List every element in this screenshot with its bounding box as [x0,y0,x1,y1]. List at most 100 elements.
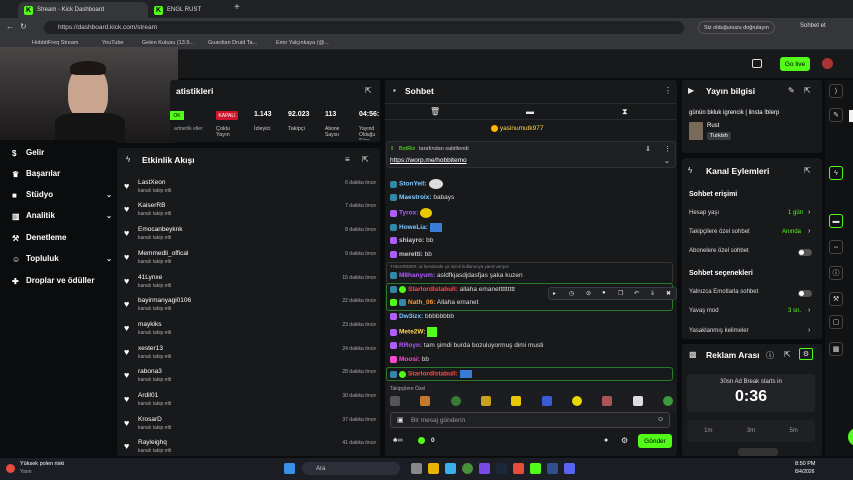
setting-value[interactable]: Anında [782,229,801,235]
pin-icon[interactable]: ⇓ [645,145,651,153]
ad-option-1m[interactable]: 1m [704,428,712,434]
kick-icon[interactable] [530,463,541,474]
nav-moderation[interactable]: ⚒ Denetleme [12,233,66,243]
trash-icon[interactable]: 🗑 [430,107,440,116]
chevron-down-icon[interactable]: ⌄ [664,157,670,165]
filter-icon[interactable]: ≡ [345,155,350,164]
slash-icon[interactable]: ⊘ [586,290,591,297]
nav-drops[interactable]: ✚ Droplar ve ödüller [12,276,94,286]
avatar[interactable] [822,58,833,69]
chevron-right-icon[interactable]: › [808,209,810,216]
emote-icon[interactable] [511,396,522,406]
tab-engl-rust[interactable]: K ENGL RUST [148,2,228,18]
emote-icon[interactable] [480,396,491,406]
emote-icon[interactable] [571,396,582,406]
tab-stream-dashboard[interactable]: K Stream - Kick Dashboard [18,2,148,18]
expand-icon[interactable]: ⇱ [804,86,811,95]
more-icon[interactable]: ⋮ [664,86,672,95]
reload-icon[interactable]: ↻ [20,22,27,31]
store-icon[interactable] [445,463,456,474]
chrome-icon[interactable] [462,463,473,474]
reply-icon[interactable]: ↶ [634,290,639,297]
chat-input[interactable]: ▣ Bir mesaj gönderin ☺ [390,412,670,428]
setting-value[interactable]: 3 sn. [788,308,801,314]
url-field[interactable]: https://dashboard.kick.com/stream [44,21,684,34]
bolt-icon[interactable]: ϟ [829,166,843,180]
chat-bubble-icon[interactable]: ● [604,437,608,444]
gear-icon[interactable]: ⚙ [799,348,813,360]
info-icon[interactable]: ⓘ [766,350,774,361]
new-tab-icon[interactable]: + [234,2,240,13]
pin-icon[interactable]: ⇓ [650,290,655,297]
bookmark-item[interactable]: Gelen Kutusu (13.9... [142,40,194,46]
wrench-icon[interactable]: ⚒ [829,292,843,306]
nav-studio[interactable]: ■ Stüdyo ⌄ [12,190,112,200]
steam-icon[interactable] [496,463,507,474]
chat-bubble-icon[interactable]: ▬ [526,107,534,116]
trash-icon[interactable]: ✖ [666,290,671,297]
gear-icon[interactable]: ⚙ [621,436,628,445]
windows-start-icon[interactable] [284,463,295,474]
weather-text[interactable]: Yüksek polen riski [20,461,64,467]
expand-icon[interactable]: ⇱ [804,166,811,175]
verify-button[interactable]: Siz olduğunuzu doğrulayın [698,21,775,34]
emote-icon[interactable] [662,396,673,406]
subscriber-chat-toggle[interactable] [798,249,812,256]
play-icon[interactable]: ▸ [553,290,556,297]
smile-icon[interactable]: ☺ [657,416,664,423]
expand-icon[interactable]: ⇱ [362,155,369,164]
chat-bubble-icon[interactable]: ● [602,290,606,296]
back-icon[interactable]: ← [6,22,14,31]
clock-icon[interactable]: ◷ [569,290,574,297]
discord-icon[interactable] [564,463,575,474]
hourglass-icon[interactable]: ⧗ [622,107,628,117]
emote-icon[interactable] [541,396,552,406]
resize-icon[interactable]: ⇔ [829,240,843,254]
info-icon[interactable]: ⓘ [829,266,843,280]
profile-button[interactable]: Sohbet et [800,23,826,29]
emote-only-toggle[interactable] [798,290,812,297]
expand-icon[interactable]: ⇱ [365,86,372,95]
chevron-right-icon[interactable]: › [808,228,810,235]
emote-icon[interactable] [450,396,461,406]
emote-icon[interactable] [420,396,431,406]
layout-icon[interactable]: ▢ [829,315,843,329]
chat-bubble-icon[interactable]: ▬ [829,214,843,228]
bookmark-item[interactable]: Guardian Druid Ta... [208,40,257,46]
app-icon[interactable] [479,463,490,474]
nav-income[interactable]: $ Gelir [12,148,44,158]
more-icon[interactable]: ⋮ [664,145,671,153]
bookmark-item[interactable]: YouTube [102,40,124,46]
bookmark-item[interactable]: Emir Yalçınkaya (@... [276,40,329,46]
collapse-icon[interactable]: ⟩ [829,84,843,98]
bookmark-item[interactable]: HobbitFreq Stream [32,40,78,46]
chevron-right-icon[interactable]: › [808,307,810,314]
pencil-icon[interactable]: ✎ [829,108,843,122]
pinned-link[interactable]: https://worp.me/hobbitemo [390,157,467,164]
nav-analytics[interactable]: ▥ Analitik ⌄ [12,211,112,221]
camera-icon[interactable] [752,59,762,68]
setting-value[interactable]: 1 gün [788,210,803,216]
go-live-button[interactable]: Go live [780,57,810,71]
send-button[interactable]: Gönder [638,434,672,448]
tv-icon[interactable]: ▩ [829,342,843,356]
emote-icon[interactable] [390,396,400,406]
pencil-icon[interactable]: ✎ [788,86,795,95]
nav-achievements[interactable]: ♛ Başarılar [12,169,60,179]
gift-icon[interactable]: ▣ [397,416,404,424]
ad-option-5m[interactable]: 5m [789,428,797,434]
explorer-icon[interactable] [411,463,422,474]
folder-icon[interactable] [428,463,439,474]
taskbar-search[interactable]: Ara [302,462,400,475]
copy-icon[interactable]: ❐ [618,290,623,297]
app-icon[interactable] [513,463,524,474]
ad-run-button[interactable] [738,448,778,456]
expand-icon[interactable]: ⇱ [784,350,791,359]
steam-icon[interactable] [547,463,558,474]
ad-option-3m[interactable]: 3m [747,428,755,434]
emote-icon[interactable] [602,396,613,406]
chevron-right-icon[interactable]: › [808,327,810,334]
users-icon[interactable]: ♣∞ [393,437,403,444]
nav-community[interactable]: ☺ Topluluk ⌄ [12,254,112,264]
emote-icon[interactable] [632,396,643,406]
